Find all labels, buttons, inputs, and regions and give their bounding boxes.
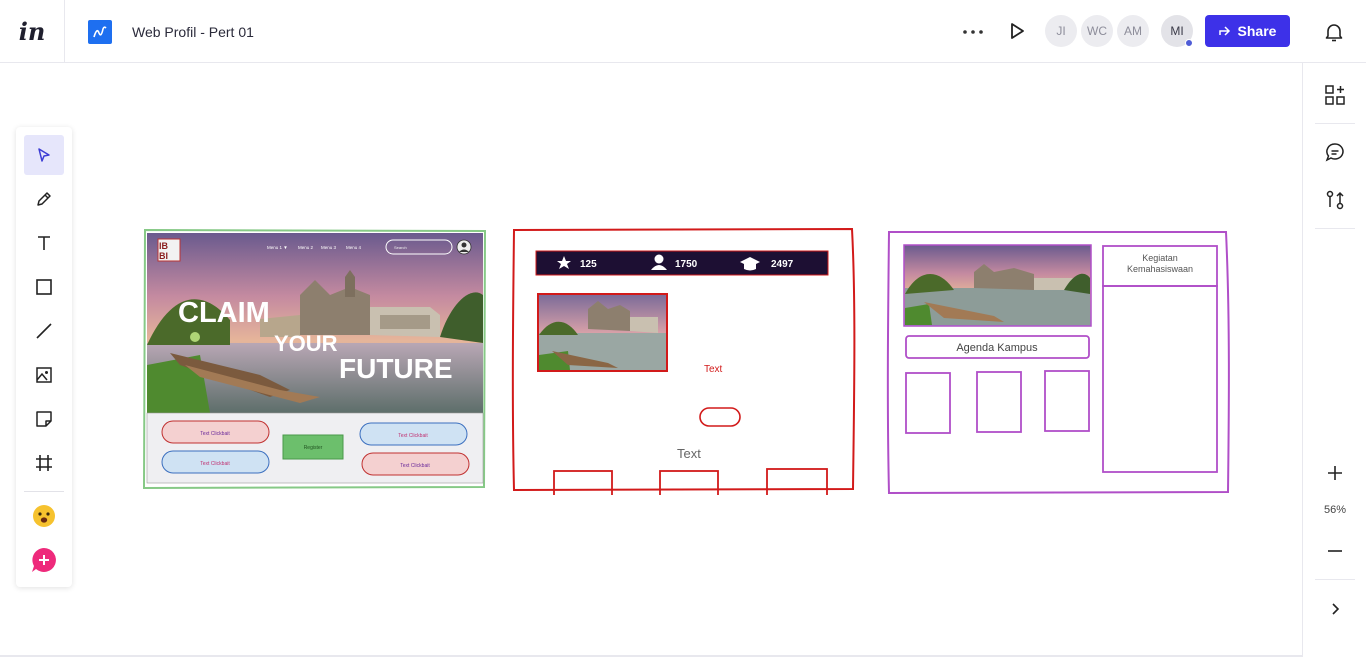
logo-text-bottom: BI — [159, 251, 168, 261]
image-icon — [36, 367, 52, 383]
comments-button[interactable] — [1323, 140, 1347, 164]
frame-hero-wireframe[interactable]: IB BI Menu 1 ▼ Menu 2 Menu 3 Menu 4 Sear… — [140, 225, 490, 493]
add-widget-button[interactable] — [1323, 83, 1347, 107]
hero-text-claim: CLAIM — [178, 297, 270, 329]
more-options-icon[interactable] — [961, 20, 985, 44]
toolbar-divider — [24, 491, 64, 492]
rail-divider — [1315, 228, 1355, 229]
notifications-bell-icon[interactable] — [1322, 20, 1346, 44]
collaborator-avatar[interactable]: AM — [1117, 15, 1149, 47]
share-label: Share — [1237, 23, 1277, 39]
stat-value: 125 — [580, 259, 597, 270]
zoom-level[interactable]: 56% — [1303, 504, 1366, 516]
kegiatan-label-line1: Kegiatan — [1142, 253, 1178, 263]
zoom-out-button[interactable] — [1323, 539, 1347, 563]
minus-icon — [1328, 550, 1342, 552]
nav-item[interactable]: Menu 1 ▼ — [267, 245, 288, 250]
expand-panel-button[interactable] — [1323, 597, 1347, 621]
rectangle-icon — [36, 279, 52, 295]
whiteboard-canvas[interactable]: IB BI Menu 1 ▼ Menu 2 Menu 3 Menu 4 Sear… — [0, 63, 1302, 655]
cta-button-label: Text Clickbait — [200, 461, 230, 467]
search-placeholder: Search — [394, 245, 407, 250]
campus-image — [537, 293, 668, 372]
add-plus-icon — [32, 548, 56, 572]
plus-icon — [1328, 466, 1342, 480]
text-icon — [38, 236, 50, 250]
document-icon — [88, 20, 112, 44]
site-logo: IB BI — [157, 238, 181, 262]
right-rail: 56% — [1302, 63, 1366, 657]
add-tool[interactable] — [24, 540, 64, 580]
zoom-in-button[interactable] — [1323, 461, 1347, 485]
pill-button[interactable] — [699, 407, 741, 427]
chevron-right-icon — [1332, 603, 1340, 615]
line-tool[interactable] — [24, 311, 64, 351]
collaborator-avatar[interactable]: WC — [1081, 15, 1113, 47]
kegiatan-label-line2: Kemahasiswaan — [1127, 264, 1193, 274]
red-text-label: Text — [704, 364, 723, 375]
hero-text-your: YOUR — [274, 331, 338, 356]
frame-tool[interactable] — [24, 443, 64, 483]
agenda-image — [903, 244, 1092, 327]
agenda-label: Agenda Kampus — [956, 342, 1038, 354]
nav-item[interactable]: Menu 4 — [346, 245, 362, 250]
share-icon — [1218, 26, 1230, 36]
pointer-icon — [38, 148, 50, 162]
nav-item[interactable]: Menu 2 — [298, 245, 314, 250]
tools-toolbar — [16, 127, 72, 587]
text-tool[interactable] — [24, 223, 64, 263]
invision-logo[interactable]: in — [0, 0, 65, 63]
stat-value: 2497 — [771, 259, 794, 270]
cta-button-label: Text Clickbait — [398, 433, 428, 439]
pen-tool[interactable] — [24, 179, 64, 219]
emoji-icon — [33, 505, 55, 527]
online-status-dot — [1185, 39, 1193, 47]
workflow-button[interactable] — [1323, 188, 1347, 212]
sticky-note-tool[interactable] — [24, 399, 64, 439]
gray-text-label: Text — [677, 446, 701, 461]
rail-divider — [1315, 579, 1355, 580]
workflow-icon — [1326, 190, 1344, 210]
frame-agenda-wireframe[interactable]: Agenda Kampus Kegiatan Kemahasiswaan — [884, 228, 1234, 498]
collaborator-avatar[interactable]: JI — [1045, 15, 1077, 47]
cta-button-label: Text Clickbait — [200, 431, 230, 437]
document-title[interactable]: Web Profil - Pert 01 — [132, 24, 254, 40]
share-button[interactable]: Share — [1205, 15, 1290, 47]
logo-text-top: IB — [159, 241, 169, 251]
apps-add-icon — [1325, 85, 1345, 105]
nav-item[interactable]: Menu 3 — [321, 245, 337, 250]
frame-stats-wireframe[interactable]: 125 1750 2497 Text Text — [508, 225, 860, 495]
select-tool[interactable] — [24, 135, 64, 175]
pencil-icon — [37, 192, 51, 206]
frame-hash-icon — [36, 455, 52, 471]
line-icon — [36, 323, 52, 339]
stat-value: 1750 — [675, 259, 698, 270]
top-bar: in Web Profil - Pert 01 JI WC AM MI Shar… — [0, 0, 1366, 63]
current-user-initials: MI — [1170, 24, 1184, 38]
register-label: Register — [304, 445, 323, 451]
image-tool[interactable] — [24, 355, 64, 395]
emoji-tool[interactable] — [24, 496, 64, 536]
rail-divider — [1315, 123, 1355, 124]
sticky-note-icon — [36, 411, 52, 427]
cta-button-label: Text Clickbait — [400, 463, 430, 469]
comment-icon — [1325, 143, 1344, 162]
rectangle-tool[interactable] — [24, 267, 64, 307]
play-icon[interactable] — [1006, 20, 1028, 42]
current-user-avatar[interactable]: MI — [1161, 15, 1193, 47]
hero-text-future: FUTURE — [339, 353, 453, 384]
